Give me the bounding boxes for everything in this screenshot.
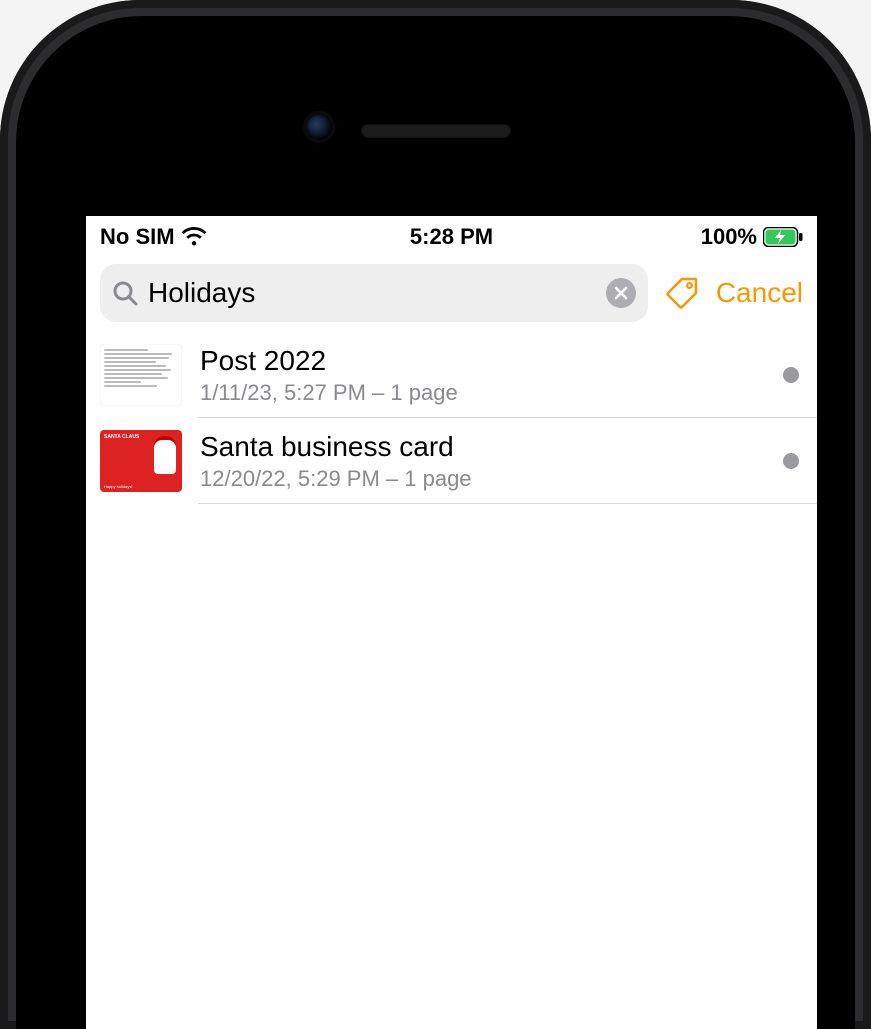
result-title: Santa business card — [200, 430, 765, 464]
search-toolbar: Cancel — [86, 258, 817, 332]
result-subtitle: 12/20/22, 5:29 PM – 1 page — [200, 466, 765, 492]
search-input[interactable] — [148, 277, 596, 309]
status-bar: No SIM 5:28 PM 100% — [86, 216, 817, 258]
screen: No SIM 5:28 PM 100% — [86, 216, 817, 1029]
front-camera — [306, 114, 332, 140]
phone-bezel: No SIM 5:28 PM 100% — [16, 16, 855, 1029]
tag-filter-button[interactable] — [662, 273, 702, 313]
status-dot-icon — [783, 367, 799, 383]
speaker-grille — [361, 124, 511, 138]
status-time: 5:28 PM — [410, 224, 493, 249]
mute-switch — [0, 240, 2, 300]
document-thumbnail — [100, 344, 182, 406]
document-thumbnail: SANTA CLAUS Happy holidays! — [100, 430, 182, 492]
battery-icon — [763, 227, 803, 247]
status-dot-icon — [783, 453, 799, 469]
result-title: Post 2022 — [200, 344, 765, 378]
carrier-text: No SIM — [100, 224, 175, 250]
search-results-list: Post 2022 1/11/23, 5:27 PM – 1 page SANT… — [86, 332, 817, 504]
thumb-foot: Happy holidays! — [104, 484, 132, 489]
battery-percent: 100% — [701, 224, 757, 250]
search-field[interactable] — [100, 264, 648, 322]
wifi-icon — [181, 227, 207, 247]
cancel-button[interactable]: Cancel — [716, 277, 803, 309]
volume-up-button — [0, 350, 2, 460]
result-subtitle: 1/11/23, 5:27 PM – 1 page — [200, 380, 765, 406]
result-row[interactable]: Post 2022 1/11/23, 5:27 PM – 1 page — [86, 332, 817, 418]
thumb-tag: SANTA CLAUS — [104, 434, 139, 440]
search-icon — [112, 280, 138, 306]
clear-search-button[interactable] — [606, 278, 636, 308]
result-row[interactable]: SANTA CLAUS Happy holidays! Santa busine… — [86, 418, 817, 504]
volume-down-button — [0, 500, 2, 610]
phone-frame: No SIM 5:28 PM 100% — [0, 0, 871, 1029]
